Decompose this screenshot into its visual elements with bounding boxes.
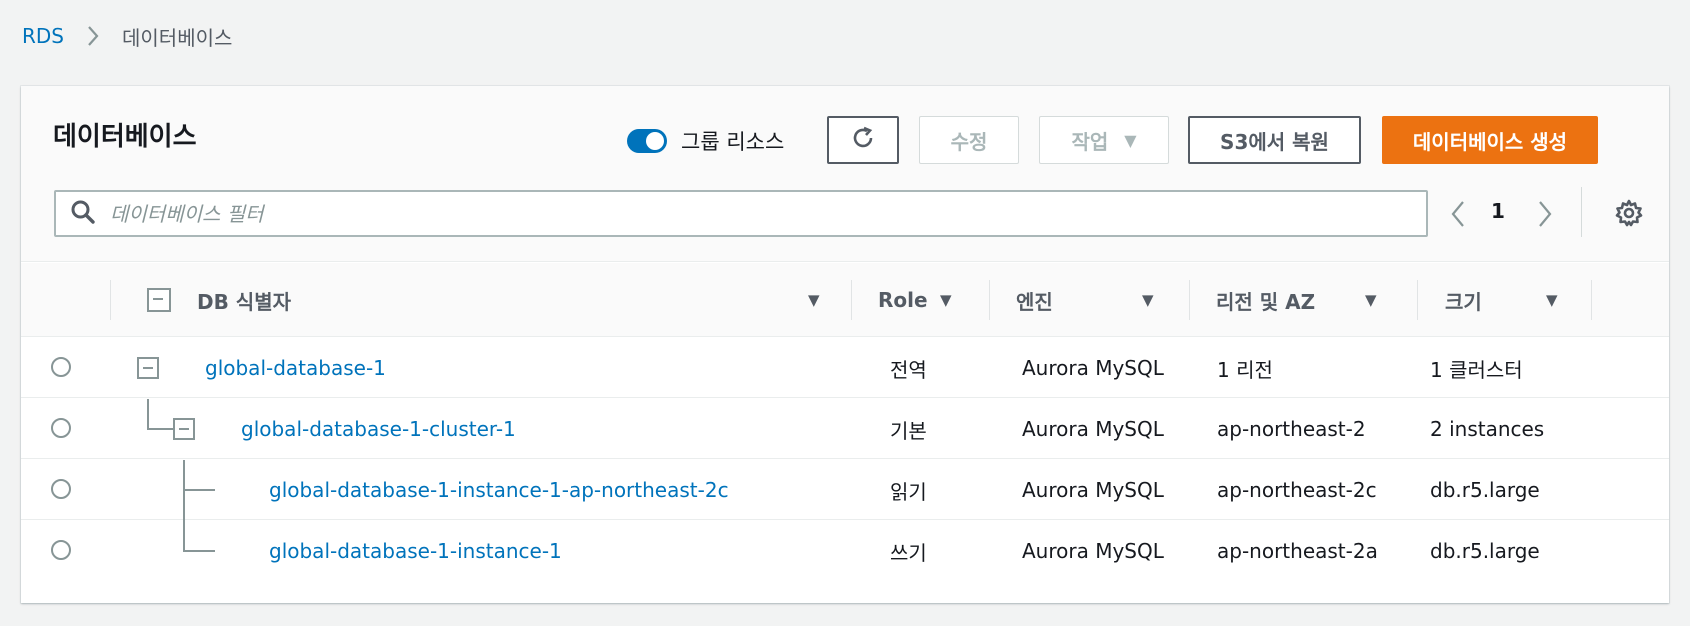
sort-size-icon[interactable]: ▼ bbox=[1546, 291, 1558, 309]
group-resources-toggle-wrap: 그룹 리소스 bbox=[627, 126, 784, 156]
group-resources-label: 그룹 리소스 bbox=[681, 130, 785, 154]
breadcrumb-rds-link[interactable]: RDS bbox=[22, 24, 64, 48]
size-cell: db.r5.large bbox=[1430, 478, 1540, 502]
table-row[interactable]: global-database-1-instance-1 쓰기 Aurora M… bbox=[21, 521, 1669, 581]
column-header-role[interactable]: Role bbox=[878, 263, 928, 337]
engine-cell: Aurora MySQL bbox=[1022, 417, 1164, 441]
collapse-row-icon[interactable] bbox=[173, 418, 195, 440]
page-title: 데이터베이스 bbox=[53, 122, 197, 152]
region-cell: ap-northeast-2 bbox=[1217, 417, 1366, 441]
tree-connector bbox=[183, 521, 185, 551]
row-select-radio[interactable] bbox=[51, 540, 71, 560]
previous-page-icon[interactable] bbox=[1450, 199, 1466, 233]
create-database-button[interactable]: 데이터베이스 생성 bbox=[1382, 116, 1598, 164]
column-header-size[interactable]: 크기 bbox=[1445, 263, 1482, 337]
column-separator bbox=[851, 280, 852, 320]
panel-header: 데이터베이스 그룹 리소스 수정 작업 ▼ S3에서 복원 데이터베이스 생성 bbox=[21, 86, 1669, 262]
size-cell: db.r5.large bbox=[1430, 539, 1540, 563]
db-identifier-link[interactable]: global-database-1-instance-1-ap-northeas… bbox=[269, 460, 729, 520]
role-cell: 읽기 bbox=[890, 479, 927, 504]
next-page-icon[interactable] bbox=[1537, 199, 1553, 233]
db-identifier-link[interactable]: global-database-1-instance-1 bbox=[269, 521, 562, 581]
databases-panel: 데이터베이스 그룹 리소스 수정 작업 ▼ S3에서 복원 데이터베이스 생성 bbox=[21, 86, 1669, 603]
size-cell: 1 클러스터 bbox=[1430, 357, 1523, 382]
engine-cell: Aurora MySQL bbox=[1022, 478, 1164, 502]
table-row[interactable]: global-database-1-cluster-1 기본 Aurora My… bbox=[21, 399, 1669, 459]
column-header-identifier[interactable]: DB 식별자 bbox=[197, 263, 291, 337]
group-resources-toggle[interactable] bbox=[627, 129, 667, 153]
current-page[interactable]: 1 bbox=[1488, 199, 1508, 223]
column-separator bbox=[110, 280, 111, 320]
role-cell: 전역 bbox=[890, 357, 927, 382]
size-cell: 2 instances bbox=[1430, 417, 1545, 441]
search-icon bbox=[70, 199, 96, 229]
collapse-all-icon[interactable] bbox=[147, 288, 171, 312]
sort-engine-icon[interactable]: ▼ bbox=[1142, 291, 1154, 309]
sort-identifier-icon[interactable]: ▼ bbox=[808, 291, 820, 309]
region-cell: ap-northeast-2c bbox=[1217, 478, 1377, 502]
column-separator bbox=[1189, 280, 1190, 320]
search-input[interactable] bbox=[110, 201, 1410, 226]
sort-role-icon[interactable]: ▼ bbox=[940, 291, 952, 309]
divider bbox=[1581, 187, 1582, 237]
collapse-row-icon[interactable] bbox=[137, 357, 159, 379]
restore-from-s3-button[interactable]: S3에서 복원 bbox=[1188, 116, 1361, 164]
chevron-right-icon bbox=[86, 25, 100, 47]
refresh-icon bbox=[850, 125, 876, 156]
table-row[interactable]: global-database-1-instance-1-ap-northeas… bbox=[21, 460, 1669, 521]
modify-button[interactable]: 수정 bbox=[919, 116, 1019, 164]
column-header-engine[interactable]: 엔진 bbox=[1016, 263, 1053, 337]
row-select-radio[interactable] bbox=[51, 418, 71, 438]
caret-down-icon: ▼ bbox=[1124, 130, 1137, 150]
sort-region-icon[interactable]: ▼ bbox=[1365, 291, 1377, 309]
actions-button[interactable]: 작업 ▼ bbox=[1039, 116, 1169, 164]
region-cell: ap-northeast-2a bbox=[1217, 539, 1378, 563]
role-cell: 기본 bbox=[890, 418, 927, 443]
column-separator bbox=[989, 280, 990, 320]
column-separator bbox=[1417, 280, 1418, 320]
engine-cell: Aurora MySQL bbox=[1022, 539, 1164, 563]
refresh-button[interactable] bbox=[827, 116, 899, 164]
row-select-radio[interactable] bbox=[51, 479, 71, 499]
breadcrumb-current: 데이터베이스 bbox=[122, 25, 233, 50]
gear-icon[interactable] bbox=[1615, 199, 1643, 231]
column-separator bbox=[1591, 280, 1592, 320]
db-identifier-link[interactable]: global-database-1 bbox=[205, 338, 386, 398]
toggle-knob bbox=[646, 132, 664, 150]
tree-connector bbox=[147, 428, 173, 430]
db-identifier-link[interactable]: global-database-1-cluster-1 bbox=[241, 399, 516, 459]
tree-connector bbox=[147, 399, 149, 429]
column-header-region[interactable]: 리전 및 AZ bbox=[1216, 263, 1315, 337]
breadcrumb: RDS 데이터베이스 bbox=[22, 22, 232, 50]
role-cell: 쓰기 bbox=[890, 540, 927, 565]
search-field[interactable] bbox=[54, 190, 1428, 237]
table-row[interactable]: global-database-1 전역 Aurora MySQL 1 리전 1… bbox=[21, 338, 1669, 398]
row-select-radio[interactable] bbox=[51, 357, 71, 377]
table-header: DB 식별자 ▼ Role ▼ 엔진 ▼ 리전 및 AZ ▼ 크기 ▼ bbox=[21, 263, 1669, 337]
tree-connector bbox=[183, 550, 215, 552]
actions-label: 작업 bbox=[1071, 129, 1109, 154]
tree-connector bbox=[183, 489, 215, 491]
engine-cell: Aurora MySQL bbox=[1022, 356, 1164, 380]
region-cell: 1 리전 bbox=[1217, 357, 1273, 382]
